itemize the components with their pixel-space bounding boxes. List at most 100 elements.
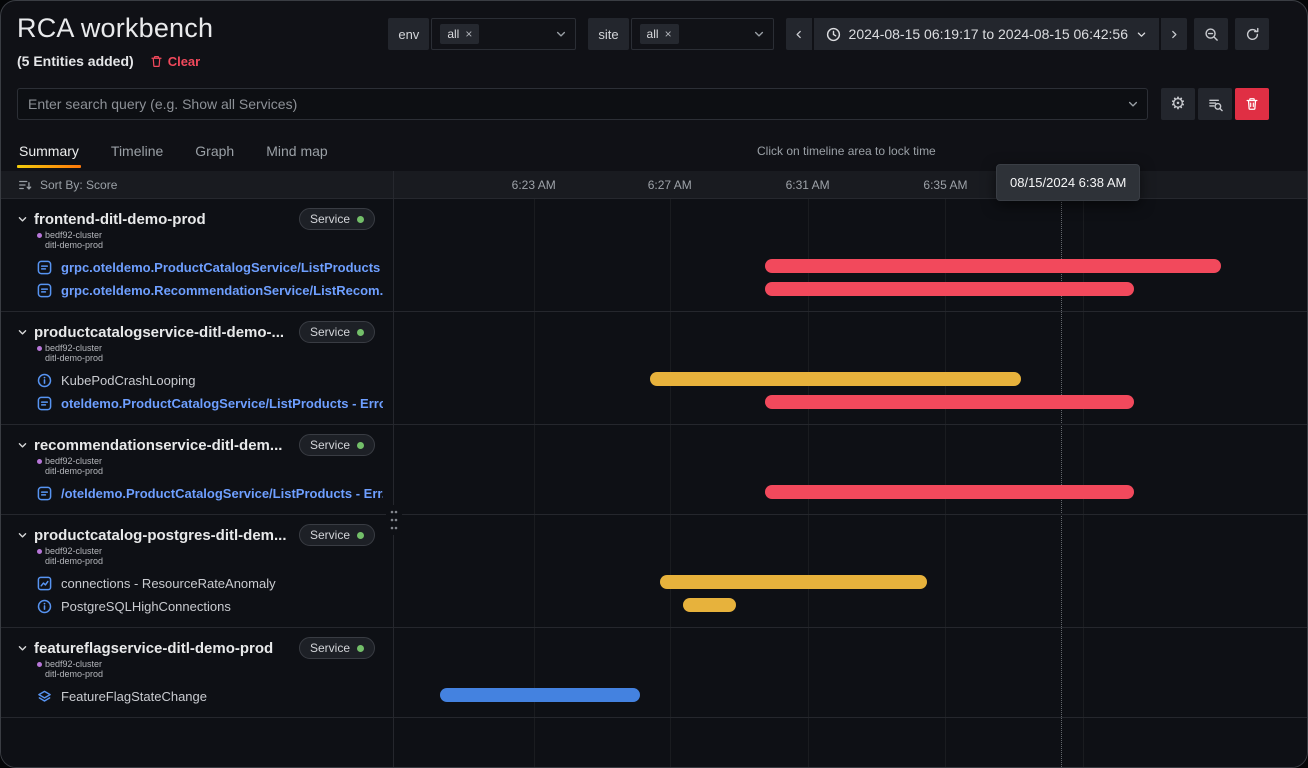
trace-link-label[interactable]: grpc.oteldemo.RecommendationService/List… <box>61 283 383 298</box>
timeline-bar-critical[interactable] <box>765 485 1135 499</box>
timeline-lane[interactable] <box>394 199 1307 311</box>
timeline-lane[interactable] <box>394 312 1307 424</box>
chart-icon <box>37 576 53 591</box>
refresh-button[interactable] <box>1235 18 1269 50</box>
namespace-name: ditl-demo-prod <box>45 556 383 566</box>
sort-label: Sort By: Score <box>40 178 117 192</box>
entity-type-badge: Service <box>299 434 375 456</box>
collapse-chevron-icon[interactable] <box>17 440 28 451</box>
entity-group: productcatalogservice-ditl-demo-... Serv… <box>1 312 1307 425</box>
timeline-bar-warning[interactable] <box>660 575 928 589</box>
collapse-chevron-icon[interactable] <box>17 643 28 654</box>
alert-item[interactable]: KubePodCrashLooping <box>17 369 383 392</box>
service-status-dot <box>357 645 364 652</box>
service-status-dot <box>357 532 364 539</box>
info-icon <box>37 373 53 388</box>
entity-group-header: productcatalogservice-ditl-demo-... Serv… <box>17 322 383 342</box>
time-axis[interactable]: 6:23 AM6:27 AM6:31 AM6:35 AM <box>394 171 1307 198</box>
remove-env-chip-icon[interactable]: × <box>465 28 472 40</box>
site-filter-select[interactable]: all × <box>631 18 774 50</box>
query-inspector-button[interactable] <box>1198 88 1232 120</box>
alert-label[interactable]: FeatureFlagStateChange <box>61 689 207 704</box>
cluster-name: bedf92-cluster <box>45 343 102 353</box>
entity-type-badge: Service <box>299 208 375 230</box>
entity-name[interactable]: productcatalogservice-ditl-demo-... <box>34 324 284 341</box>
alert-label[interactable]: KubePodCrashLooping <box>61 373 195 388</box>
timeline-lane[interactable] <box>394 515 1307 627</box>
sort-icon <box>18 178 32 192</box>
clear-entities-button[interactable]: Clear <box>150 54 201 69</box>
timeline-bar-critical[interactable] <box>765 395 1135 409</box>
delete-query-button[interactable] <box>1235 88 1269 120</box>
env-filter-select[interactable]: all × <box>431 18 576 50</box>
sort-control[interactable]: Sort By: Score <box>1 171 394 198</box>
entity-group-left: recommendationservice-ditl-dem... Servic… <box>1 425 394 514</box>
tabs: Summary Timeline Graph Mind map <box>17 134 330 168</box>
groups-container: frontend-ditl-demo-prod Service bedf92-c… <box>1 199 1307 718</box>
timeline-bar-critical[interactable] <box>765 259 1222 273</box>
cluster-info: bedf92-cluster ditl-demo-prod <box>37 659 383 679</box>
panel-resize-handle[interactable] <box>386 505 402 535</box>
collapse-chevron-icon[interactable] <box>17 327 28 338</box>
tab-graph[interactable]: Graph <box>193 134 236 168</box>
trace-icon <box>37 283 53 298</box>
entity-name[interactable]: featureflagservice-ditl-demo-prod <box>34 640 273 657</box>
time-shift-forward-button[interactable] <box>1161 18 1187 50</box>
lock-time-hint: Click on timeline area to lock time <box>757 144 936 158</box>
entity-name[interactable]: recommendationservice-ditl-dem... <box>34 437 282 454</box>
search-list-icon <box>1208 97 1223 112</box>
trace-link-item[interactable]: /oteldemo.ProductCatalogService/ListProd… <box>17 482 383 505</box>
entity-name[interactable]: frontend-ditl-demo-prod <box>34 211 206 228</box>
site-filter-label: site <box>588 18 628 50</box>
alert-label[interactable]: connections - ResourceRateAnomaly <box>61 576 276 591</box>
trace-icon <box>37 396 53 411</box>
entity-children: /oteldemo.ProductCatalogService/ListProd… <box>17 482 383 505</box>
topbar-right: env all × site all × <box>388 18 1269 50</box>
tab-summary[interactable]: Summary <box>17 134 81 168</box>
info-icon <box>37 599 53 614</box>
timeline-bar-info[interactable] <box>440 688 640 702</box>
entity-group-header: productcatalog-postgres-ditl-dem... Serv… <box>17 525 383 545</box>
entity-type-label: Service <box>310 528 350 542</box>
trace-link-item[interactable]: grpc.oteldemo.ProductCatalogService/List… <box>17 256 383 279</box>
timeline-lane[interactable] <box>394 425 1307 514</box>
zoom-out-button[interactable] <box>1194 18 1228 50</box>
cluster-info: bedf92-cluster ditl-demo-prod <box>37 343 383 363</box>
chevron-down-icon[interactable] <box>1127 98 1139 110</box>
alert-item[interactable]: connections - ResourceRateAnomaly <box>17 572 383 595</box>
timeline-bar-warning[interactable] <box>650 372 1022 386</box>
trace-link-label[interactable]: /oteldemo.ProductCatalogService/ListProd… <box>61 486 383 501</box>
env-filter-label: env <box>388 18 429 50</box>
alert-item[interactable]: FeatureFlagStateChange <box>17 685 383 708</box>
remove-site-chip-icon[interactable]: × <box>665 28 672 40</box>
namespace-name: ditl-demo-prod <box>45 669 383 679</box>
namespace-name: ditl-demo-prod <box>45 353 383 363</box>
time-range-picker[interactable]: 2024-08-15 06:19:17 to 2024-08-15 06:42:… <box>814 18 1159 50</box>
collapse-chevron-icon[interactable] <box>17 214 28 225</box>
trace-link-item[interactable]: grpc.oteldemo.RecommendationService/List… <box>17 279 383 302</box>
entity-type-label: Service <box>310 325 350 339</box>
entity-group-header: featureflagservice-ditl-demo-prod Servic… <box>17 638 383 658</box>
timeline-bar-warning[interactable] <box>683 598 737 612</box>
topbar: RCA workbench (5 Entities added) Clear e… <box>1 1 1307 72</box>
trace-icon <box>37 260 53 275</box>
cluster-name: bedf92-cluster <box>45 659 102 669</box>
timeline-lane[interactable] <box>394 628 1307 717</box>
search-input[interactable] <box>17 88 1148 120</box>
entity-type-label: Service <box>310 641 350 655</box>
tab-mind-map[interactable]: Mind map <box>264 134 329 168</box>
filler-timeline[interactable] <box>394 718 1307 767</box>
tab-timeline[interactable]: Timeline <box>109 134 165 168</box>
trace-link-label[interactable]: oteldemo.ProductCatalogService/ListProdu… <box>61 396 383 411</box>
trace-link-item[interactable]: oteldemo.ProductCatalogService/ListProdu… <box>17 392 383 415</box>
entity-group-left: productcatalogservice-ditl-demo-... Serv… <box>1 312 394 424</box>
site-chip-value: all <box>647 27 659 41</box>
alert-item[interactable]: PostgreSQLHighConnections <box>17 595 383 618</box>
trace-link-label[interactable]: grpc.oteldemo.ProductCatalogService/List… <box>61 260 383 275</box>
settings-button[interactable]: ⚙ <box>1161 88 1195 120</box>
collapse-chevron-icon[interactable] <box>17 530 28 541</box>
alert-label[interactable]: PostgreSQLHighConnections <box>61 599 231 614</box>
entity-name[interactable]: productcatalog-postgres-ditl-dem... <box>34 527 287 544</box>
time-shift-back-button[interactable] <box>786 18 812 50</box>
timeline-bar-critical[interactable] <box>765 282 1135 296</box>
